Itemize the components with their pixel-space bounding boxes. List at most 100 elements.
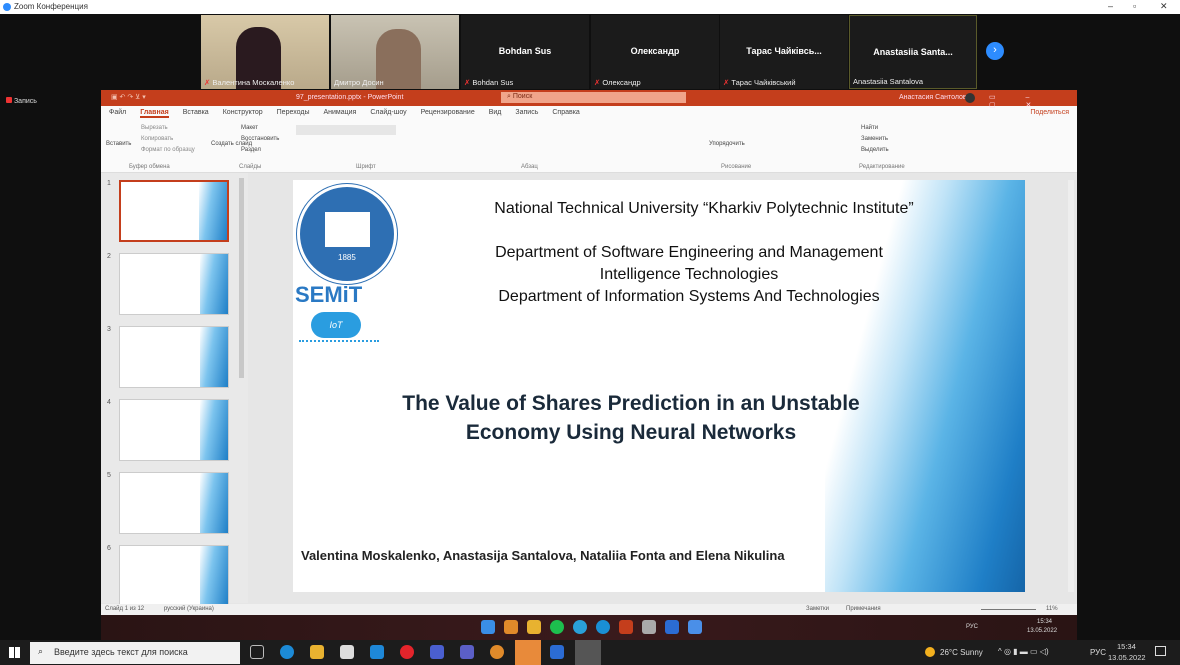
participant-name: Bohdan Sus [472, 78, 514, 87]
find-button[interactable]: Найти [861, 125, 878, 131]
word-icon [665, 620, 679, 634]
user-avatar[interactable] [965, 93, 975, 103]
tab-transitions[interactable]: Переходы [277, 109, 310, 118]
video-tile[interactable]: ✗ Валентина Москаленко [201, 15, 329, 89]
tab-record[interactable]: Запись [515, 109, 538, 118]
participant-name: Anastasiia Santalova [853, 77, 924, 86]
video-tile-active-speaker[interactable]: Anastasiia Santa... Anastasiia Santalova [849, 15, 977, 89]
font-name-box[interactable] [296, 125, 396, 135]
slide-number: 6 [107, 545, 111, 552]
group-paragraph: Абзац [521, 164, 538, 170]
participant-name: Дмитро Досин [334, 78, 384, 87]
language-indicator[interactable]: РУС [1090, 648, 1106, 657]
record-label: Запись [13, 98, 37, 105]
telegram-taskbar-button-active[interactable] [515, 640, 541, 665]
replace-button[interactable]: Заменить [861, 136, 888, 142]
slide-thumbnail-1[interactable] [119, 180, 229, 242]
video-tile[interactable]: Тарас Чайківсь... ✗ Тарас Чайківський [720, 15, 848, 89]
chrome-icon[interactable] [490, 645, 504, 659]
task-view-icon[interactable] [250, 645, 264, 659]
slide-canvas[interactable]: 1885 SEMiT IoT National Technical Univer… [293, 180, 1025, 592]
slide-department-2: Department of Information Systems And Te… [498, 288, 880, 305]
participant-display-name: Олександр [630, 46, 680, 56]
slide-scrollbar[interactable] [1068, 180, 1074, 592]
store-icon[interactable] [340, 645, 354, 659]
quick-access-toolbar[interactable]: ▣ ↶ ↷ ⊻ ▾ [111, 93, 146, 101]
minimize-button[interactable]: – [1108, 1, 1113, 11]
arrange-button[interactable]: Упорядочить [709, 141, 745, 147]
slide-department-1-cont: Intelligence Technologies [599, 266, 779, 283]
zoom-level[interactable]: 11% [1046, 606, 1058, 612]
comments-button[interactable]: Примечания [846, 606, 881, 612]
reset-button[interactable]: Восстановить [241, 136, 279, 142]
system-tray-icons[interactable]: ^ ◎ ▮ ▬ ▭ ◁) [998, 647, 1049, 656]
participant-name: Валентина Москаленко [212, 78, 295, 87]
maximize-button[interactable]: ▫ [1133, 1, 1136, 11]
slide-authors: Valentina Moskalenko, Anastasija Santalo… [301, 548, 785, 563]
opera-icon[interactable] [400, 645, 414, 659]
tab-help[interactable]: Справка [552, 109, 579, 118]
cut-button[interactable]: Вырезать [141, 125, 168, 131]
weather-text[interactable]: 26°C Sunny [940, 648, 983, 657]
group-font: Шрифт [356, 164, 376, 170]
select-button[interactable]: Выделить [861, 147, 889, 153]
group-drawing: Рисование [721, 164, 752, 170]
zoom-slider[interactable] [981, 609, 1036, 610]
section-button[interactable]: Раздел [241, 147, 261, 153]
slide-thumbnail-3[interactable] [119, 326, 229, 388]
tab-view[interactable]: Вид [489, 109, 502, 118]
tab-review[interactable]: Рецензирование [421, 109, 475, 118]
word-icon[interactable] [550, 645, 564, 659]
notes-button[interactable]: Заметки [806, 606, 829, 612]
slide-university: National Technical University “Kharkiv P… [494, 200, 914, 217]
slide-thumbnail-6[interactable] [119, 545, 229, 607]
language-indicator[interactable]: русский (Украина) [164, 606, 214, 612]
slide-background-shape [825, 180, 1025, 592]
copy-button[interactable]: Копировать [141, 136, 173, 142]
zoom-app-icon [3, 3, 11, 11]
window-controls[interactable]: ▭ – ▢ ✕ [989, 93, 1077, 109]
app-icon[interactable] [430, 645, 444, 659]
format-painter-button[interactable]: Формат по образцу [141, 147, 195, 153]
video-tile[interactable]: Дмитро Досин [331, 15, 459, 89]
close-button[interactable]: ✕ [1160, 1, 1168, 12]
inner-time: 15:34 [1037, 619, 1053, 625]
zoom-taskbar-button-active[interactable] [575, 640, 601, 665]
thumbnails-scrollbar[interactable] [239, 178, 244, 378]
edge-icon[interactable] [280, 645, 294, 659]
devices-icon [299, 340, 379, 362]
slide-thumbnail-2[interactable] [119, 253, 229, 315]
video-tile[interactable]: Bohdan Sus ✗ Bohdan Sus [461, 15, 589, 89]
participant-display-name: Bohdan Sus [498, 46, 552, 56]
clock-date[interactable]: 13.05.2022 [1108, 653, 1146, 662]
layout-button[interactable]: Макет [241, 125, 258, 131]
windows-start-button[interactable] [9, 647, 20, 658]
participant-display-name: Тарас Чайківсь... [746, 46, 822, 56]
tab-file[interactable]: Файл [109, 109, 126, 118]
participant-name: Тарас Чайківський [731, 78, 796, 87]
participant-display-name: Anastasiia Santa... [873, 47, 953, 57]
tab-design[interactable]: Конструктор [223, 109, 263, 118]
participant-name: Олександр [602, 78, 641, 87]
next-page-arrow-icon[interactable]: › [986, 42, 1004, 60]
taskbar-search-input[interactable]: ⌕ Введите здесь текст для поиска [30, 642, 240, 664]
tab-animations[interactable]: Анимация [323, 109, 356, 118]
file-explorer-icon[interactable] [310, 645, 324, 659]
mail-icon[interactable] [370, 645, 384, 659]
tab-slideshow[interactable]: Слайд-шоу [370, 109, 406, 118]
clock-time[interactable]: 15:34 [1117, 642, 1136, 651]
slide-thumbnail-4[interactable] [119, 399, 229, 461]
powerpoint-window: ▣ ↶ ↷ ⊻ ▾ 97_presentation.pptx - PowerPo… [101, 90, 1077, 615]
record-icon [6, 97, 12, 103]
slide-counter: Слайд 1 из 12 [105, 606, 145, 612]
search-icon: ⌕ [38, 646, 44, 656]
tab-home[interactable]: Главная [140, 109, 169, 118]
ppt-search-box[interactable]: ⌕ Поиск [501, 92, 686, 103]
video-tile[interactable]: Олександр ✗ Олександр [591, 15, 719, 89]
tab-insert[interactable]: Вставка [183, 109, 209, 118]
share-button[interactable]: Поделиться [1030, 109, 1069, 118]
notifications-icon[interactable] [1155, 646, 1166, 656]
teams-icon[interactable] [460, 645, 474, 659]
paste-button[interactable]: Вставить [106, 141, 131, 147]
slide-thumbnail-5[interactable] [119, 472, 229, 534]
